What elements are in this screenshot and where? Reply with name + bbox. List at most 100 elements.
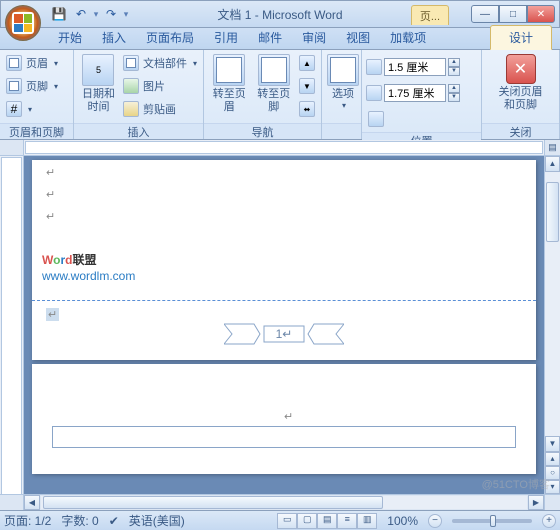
group-close: ✕ 关闭页眉 和页脚 关闭 bbox=[482, 50, 560, 139]
qat-dropdown-icon[interactable]: ▾ bbox=[93, 9, 99, 20]
view-outline-button[interactable]: ≡ bbox=[337, 513, 357, 529]
goto-header-button[interactable]: 转至页眉 bbox=[208, 52, 251, 116]
scroll-track[interactable] bbox=[41, 496, 527, 509]
scroll-right-button[interactable]: ▶ bbox=[528, 495, 544, 510]
close-button[interactable]: ✕ bbox=[527, 5, 555, 23]
goto-footer-icon bbox=[258, 54, 290, 86]
group-label: 导航 bbox=[204, 123, 321, 139]
window-controls: — □ ✕ bbox=[471, 5, 555, 23]
status-bar: 页面: 1/2 字数: 0 ✔ 英语(美国) ▭ ▢ ▤ ≡ ▥ 100% − … bbox=[0, 510, 560, 530]
page-number-button[interactable]: #▾ bbox=[4, 98, 60, 120]
scroll-down-button[interactable]: ▼ bbox=[545, 436, 560, 452]
group-header-footer: 页眉▾ 页脚▾ #▾ 页眉和页脚 bbox=[0, 50, 74, 139]
group-label: 页眉和页脚 bbox=[0, 123, 73, 139]
save-icon[interactable]: 💾 bbox=[49, 4, 69, 24]
status-words[interactable]: 字数: 0 bbox=[61, 512, 98, 529]
picture-icon bbox=[123, 78, 139, 94]
clipart-icon bbox=[123, 101, 139, 117]
calendar-icon: 5 bbox=[82, 54, 114, 86]
window-title: 文档 1 - Microsoft Word bbox=[217, 6, 342, 23]
scroll-thumb[interactable] bbox=[546, 182, 559, 242]
vertical-scrollbar[interactable]: ▲ ▼ ▴ ○ ▾ bbox=[544, 156, 560, 494]
tab-icon bbox=[368, 111, 384, 127]
watermark-url: www.wordlm.com bbox=[42, 269, 135, 283]
office-button[interactable] bbox=[5, 5, 41, 41]
spin-up-button[interactable]: ▲ bbox=[448, 84, 460, 93]
paragraph-mark-icon: ↵ bbox=[46, 210, 55, 223]
page-2[interactable]: ↵ bbox=[32, 364, 536, 474]
nav-next-button[interactable]: ▼ bbox=[297, 75, 317, 97]
scroll-up-button[interactable]: ▲ bbox=[545, 156, 560, 172]
paragraph-mark-icon: ↵ bbox=[46, 166, 55, 179]
watermark: Word联盟 www.wordlm.com bbox=[42, 248, 135, 283]
insert-tab-button[interactable] bbox=[366, 108, 460, 130]
footer-from-bottom: ▲▼ bbox=[366, 82, 460, 104]
link-icon: ⬌ bbox=[299, 101, 315, 117]
spin-down-button[interactable]: ▼ bbox=[448, 67, 460, 76]
prev-page-button[interactable]: ▴ bbox=[545, 452, 560, 466]
footer-box bbox=[52, 426, 516, 448]
group-label: 插入 bbox=[74, 123, 203, 139]
redo-icon[interactable]: ↷ bbox=[101, 4, 121, 24]
view-full-screen-button[interactable]: ▢ bbox=[297, 513, 317, 529]
status-language[interactable]: 英语(美国) bbox=[129, 512, 185, 529]
picture-button[interactable]: 图片 bbox=[121, 75, 199, 97]
scroll-track[interactable] bbox=[545, 172, 560, 436]
status-proof-icon[interactable]: ✔ bbox=[109, 514, 119, 528]
header-icon bbox=[6, 55, 22, 71]
header-button[interactable]: 页眉▾ bbox=[4, 52, 60, 74]
page-number-text: 1↵ bbox=[276, 327, 293, 341]
minimize-button[interactable]: — bbox=[471, 5, 499, 23]
chevron-down-icon: ▾ bbox=[342, 101, 346, 110]
quick-parts-button[interactable]: 文档部件▾ bbox=[121, 52, 199, 74]
footer-button[interactable]: 页脚▾ bbox=[4, 75, 60, 97]
zoom-thumb[interactable] bbox=[490, 515, 496, 527]
scroll-left-button[interactable]: ◀ bbox=[24, 495, 40, 510]
spin-down-button[interactable]: ▼ bbox=[448, 93, 460, 102]
tab-references[interactable]: 引用 bbox=[204, 26, 248, 49]
header-top-input[interactable] bbox=[384, 58, 446, 76]
horizontal-ruler[interactable]: ▤ bbox=[0, 140, 560, 156]
close-header-footer-button[interactable]: ✕ 关闭页眉 和页脚 bbox=[499, 52, 543, 114]
pages-viewport[interactable]: ↵ ↵ ↵ Word联盟 www.wordlm.com ↵ 1↵ ↵ bbox=[24, 156, 544, 494]
zoom-in-button[interactable]: + bbox=[542, 514, 556, 528]
options-button[interactable]: 选项 ▾ bbox=[326, 52, 360, 112]
view-web-button[interactable]: ▤ bbox=[317, 513, 337, 529]
ruler-toggle-button[interactable]: ▤ bbox=[544, 140, 560, 155]
qat-customize-icon[interactable]: ▾ bbox=[123, 9, 129, 20]
tab-layout[interactable]: 页面布局 bbox=[136, 26, 204, 49]
close-x-icon: ✕ bbox=[506, 54, 536, 84]
date-time-button[interactable]: 5 日期和 时间 bbox=[78, 52, 119, 116]
tab-mailings[interactable]: 邮件 bbox=[248, 26, 292, 49]
spin-up-button[interactable]: ▲ bbox=[448, 58, 460, 67]
footer-page-number-banner[interactable]: 1↵ bbox=[224, 320, 344, 348]
tab-insert[interactable]: 插入 bbox=[92, 26, 136, 49]
chevron-down-icon: ▾ bbox=[28, 105, 32, 114]
tab-home[interactable]: 开始 bbox=[48, 26, 92, 49]
nav-link-button[interactable]: ⬌ bbox=[297, 98, 317, 120]
nav-prev-button[interactable]: ▲ bbox=[297, 52, 317, 74]
undo-icon[interactable]: ↶ bbox=[71, 4, 91, 24]
maximize-button[interactable]: □ bbox=[499, 5, 527, 23]
zoom-out-button[interactable]: − bbox=[428, 514, 442, 528]
status-page[interactable]: 页面: 1/2 bbox=[4, 512, 51, 529]
view-print-layout-button[interactable]: ▭ bbox=[277, 513, 297, 529]
scroll-thumb[interactable] bbox=[43, 496, 383, 509]
horizontal-scrollbar[interactable]: ◀ ▶ bbox=[0, 494, 560, 510]
page-1[interactable]: ↵ ↵ ↵ Word联盟 www.wordlm.com ↵ 1↵ bbox=[32, 160, 536, 360]
ruler-corner bbox=[0, 140, 24, 155]
footer-bottom-input[interactable] bbox=[384, 84, 446, 102]
tab-review[interactable]: 审阅 bbox=[292, 26, 336, 49]
vertical-ruler[interactable] bbox=[0, 156, 24, 494]
view-draft-button[interactable]: ▥ bbox=[357, 513, 377, 529]
zoom-slider[interactable] bbox=[452, 519, 532, 523]
clipart-button[interactable]: 剪贴画 bbox=[121, 98, 199, 120]
tab-addins[interactable]: 加载项 bbox=[380, 26, 436, 49]
goto-footer-button[interactable]: 转至页脚 bbox=[253, 52, 296, 116]
paragraph-mark-icon: ↵ bbox=[46, 188, 55, 201]
footer-icon bbox=[6, 78, 22, 94]
zoom-level[interactable]: 100% bbox=[387, 514, 418, 528]
tab-view[interactable]: 视图 bbox=[336, 26, 380, 49]
footer-boundary bbox=[32, 300, 536, 301]
tab-design[interactable]: 设计 bbox=[490, 25, 552, 50]
